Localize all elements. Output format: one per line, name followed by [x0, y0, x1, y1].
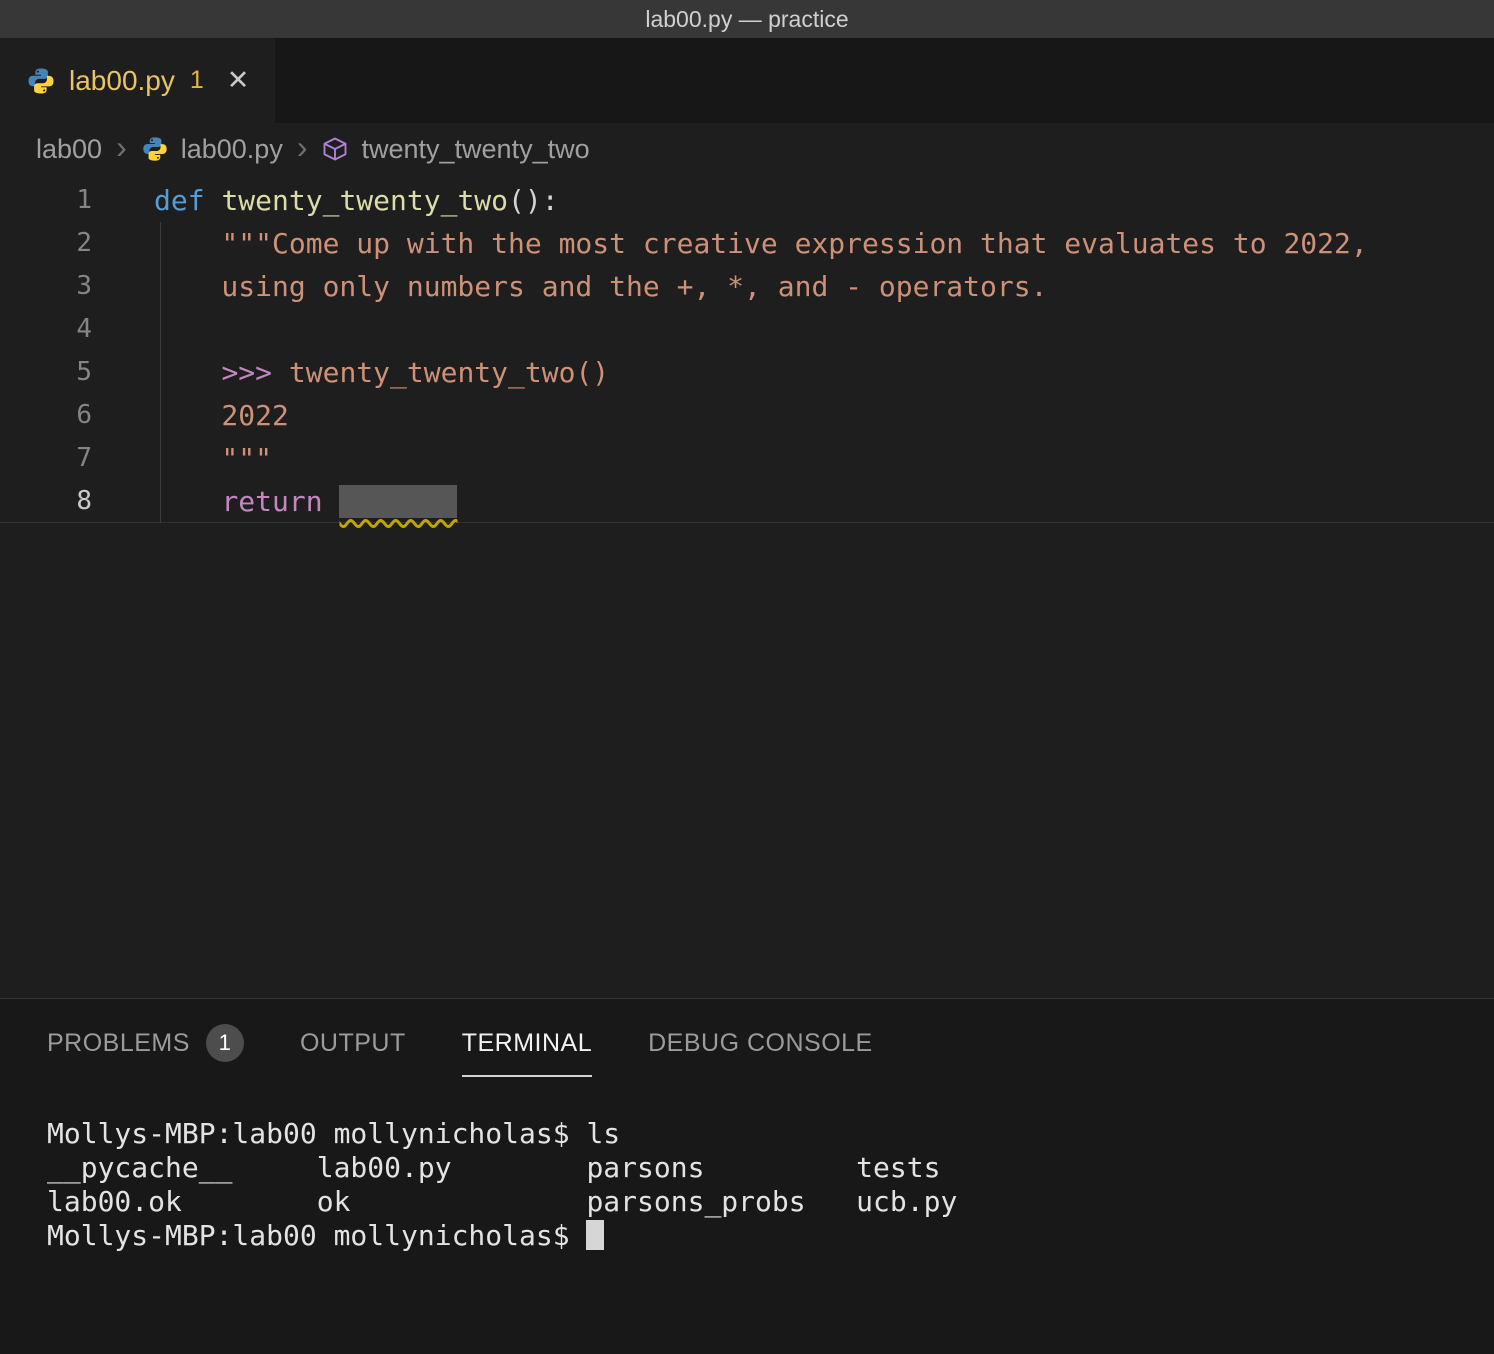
- terminal-text: __pycache__ lab00.py parsons tests: [47, 1151, 940, 1184]
- line-number[interactable]: 2: [0, 222, 92, 265]
- code-token: """Come up with the most creative expres…: [154, 227, 1368, 260]
- line-number[interactable]: 8: [0, 480, 92, 522]
- terminal-text: lab00.ok ok parsons_probs ucb.py: [47, 1185, 957, 1218]
- code-text: 2022: [92, 394, 289, 437]
- breadcrumb-item-symbol[interactable]: twenty_twenty_two: [361, 134, 589, 165]
- code-token: [323, 485, 340, 518]
- panel-tab-label: OUTPUT: [300, 1029, 406, 1058]
- code-text: [92, 308, 154, 351]
- chevron-right-icon: ›: [295, 129, 310, 166]
- code-token: twenty_twenty_two(): [289, 356, 609, 389]
- code-token: using only numbers and the +, *, and - o…: [154, 270, 1047, 303]
- code-token: [205, 184, 222, 217]
- bottom-panel: PROBLEMS 1 OUTPUT TERMINAL DEBUG CONSOLE Mol…: [0, 998, 1494, 1354]
- panel-tab-label: PROBLEMS: [47, 1029, 190, 1058]
- breadcrumb: lab00 › lab00.py › twenty_twenty_two: [0, 123, 1494, 175]
- panel-tabs: PROBLEMS 1 OUTPUT TERMINAL DEBUG CONSOLE: [0, 999, 1494, 1087]
- tab-label: lab00.py: [69, 65, 175, 97]
- code-line[interactable]: 3 using only numbers and the +, *, and -…: [0, 265, 1494, 308]
- terminal-text: Mollys-MBP:lab00 mollynicholas$: [47, 1219, 586, 1252]
- code-token: def: [154, 184, 205, 217]
- indent-guide: [160, 222, 161, 523]
- panel-tab-problems[interactable]: PROBLEMS 1: [47, 999, 244, 1087]
- line-number[interactable]: 5: [0, 351, 92, 394]
- code-text: >>> twenty_twenty_two(): [92, 351, 609, 394]
- code-token: [154, 485, 221, 518]
- tab-bar: lab00.py 1 ✕: [0, 38, 1494, 123]
- code-lines: 1def twenty_twenty_two():2 """Come up wi…: [0, 179, 1494, 523]
- tab-lab00py[interactable]: lab00.py 1 ✕: [0, 38, 275, 123]
- code-token: ():: [508, 184, 559, 217]
- panel-tab-debug-console[interactable]: DEBUG CONSOLE: [648, 999, 873, 1087]
- window-title: lab00.py — practice: [645, 6, 848, 33]
- vscode-window: lab00.py — practice lab00.py 1 ✕ lab00 ›…: [0, 0, 1494, 1354]
- terminal-line: Mollys-MBP:lab00 mollynicholas$ ls: [47, 1117, 1494, 1151]
- breadcrumb-item-file[interactable]: lab00.py: [181, 134, 283, 165]
- titlebar: lab00.py — practice: [0, 0, 1494, 38]
- code-line[interactable]: 6 2022: [0, 394, 1494, 437]
- code-token: [272, 356, 289, 389]
- code-line[interactable]: 5 >>> twenty_twenty_two(): [0, 351, 1494, 394]
- terminal-output[interactable]: Mollys-MBP:lab00 mollynicholas$ ls__pyca…: [0, 1087, 1494, 1253]
- chevron-right-icon: ›: [114, 129, 129, 166]
- code-editor[interactable]: 1def twenty_twenty_two():2 """Come up wi…: [0, 175, 1494, 998]
- terminal-line: lab00.ok ok parsons_probs ucb.py: [47, 1185, 1494, 1219]
- python-icon: [26, 66, 56, 96]
- code-text: using only numbers and the +, *, and - o…: [92, 265, 1047, 308]
- code-text: """Come up with the most creative expres…: [92, 222, 1368, 265]
- code-line[interactable]: 8 return: [0, 480, 1494, 523]
- code-token: """: [154, 442, 272, 475]
- snippet-placeholder-selection: [339, 485, 457, 518]
- problems-count-badge: 1: [206, 1024, 244, 1062]
- code-token: 2022: [154, 399, 289, 432]
- line-number[interactable]: 1: [0, 179, 92, 222]
- breadcrumb-item-folder[interactable]: lab00: [36, 134, 102, 165]
- close-icon[interactable]: ✕: [227, 65, 250, 96]
- code-line[interactable]: 1def twenty_twenty_two():: [0, 179, 1494, 222]
- code-line[interactable]: 4: [0, 308, 1494, 351]
- code-token: twenty_twenty_two: [221, 184, 508, 217]
- panel-tab-label: DEBUG CONSOLE: [648, 1029, 873, 1058]
- python-icon: [141, 135, 169, 163]
- code-text: def twenty_twenty_two():: [92, 179, 559, 222]
- tab-problem-count: 1: [188, 66, 204, 95]
- code-text: """: [92, 437, 272, 480]
- code-token: [154, 356, 221, 389]
- terminal-cursor: [586, 1220, 604, 1250]
- code-line[interactable]: 2 """Come up with the most creative expr…: [0, 222, 1494, 265]
- line-number[interactable]: 6: [0, 394, 92, 437]
- code-token: return: [221, 485, 322, 518]
- terminal-line: __pycache__ lab00.py parsons tests: [47, 1151, 1494, 1185]
- code-text: return: [92, 480, 457, 522]
- panel-tab-terminal[interactable]: TERMINAL: [462, 999, 592, 1087]
- panel-tab-label: TERMINAL: [462, 1029, 592, 1058]
- code-line[interactable]: 7 """: [0, 437, 1494, 480]
- line-number[interactable]: 7: [0, 437, 92, 480]
- terminal-text: Mollys-MBP:lab00 mollynicholas$ ls: [47, 1117, 620, 1150]
- terminal-line: Mollys-MBP:lab00 mollynicholas$: [47, 1219, 1494, 1253]
- code-token: >>>: [221, 356, 272, 389]
- panel-tab-output[interactable]: OUTPUT: [300, 999, 406, 1087]
- line-number[interactable]: 4: [0, 308, 92, 351]
- symbol-module-cube-icon: [321, 135, 349, 163]
- line-number[interactable]: 3: [0, 265, 92, 308]
